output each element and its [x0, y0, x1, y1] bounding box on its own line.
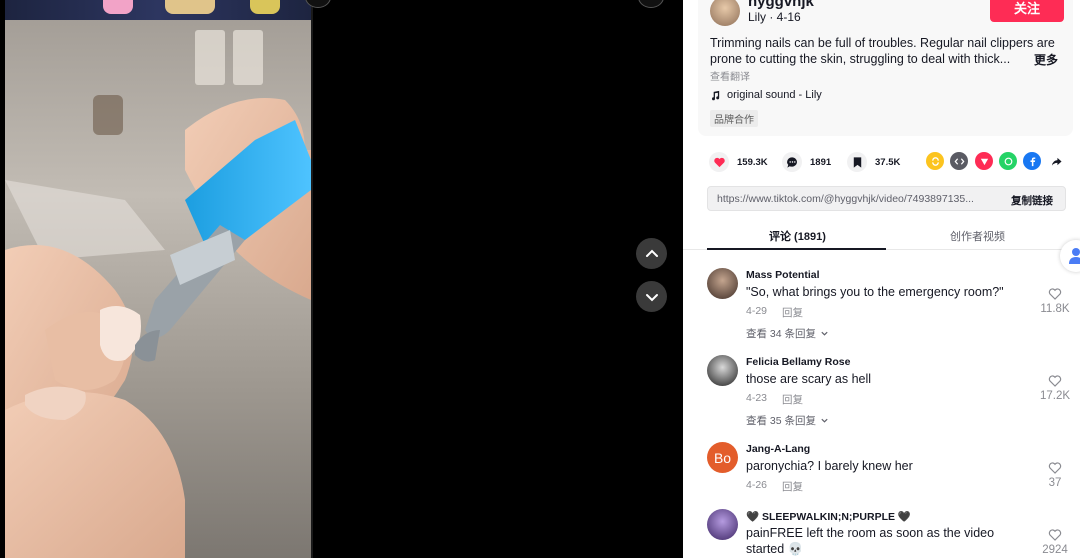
embed-code-icon[interactable]: [950, 152, 968, 170]
translate-link[interactable]: 查看翻译: [710, 68, 750, 83]
facebook-icon[interactable]: [1023, 152, 1041, 170]
sticker-icon: [250, 0, 280, 14]
reply-button[interactable]: 回复: [782, 392, 803, 407]
send-to-friends-icon[interactable]: [975, 152, 993, 170]
details-panel: hyggvhjk Lily · 4-16 关注 Trimming nails c…: [683, 0, 1080, 558]
comment-like-count: 37: [1048, 477, 1062, 489]
comment-like-count: 17.2K: [1039, 390, 1071, 402]
reply-button[interactable]: 回复: [782, 479, 803, 494]
sound-label: original sound - Lily: [727, 89, 822, 101]
comment-count: 1891: [810, 156, 832, 168]
video-description: Trimming nails can be full of troubles. …: [710, 35, 1058, 67]
description-line: Trimming nails can be full of troubles. …: [710, 36, 1055, 50]
repost-share-icon[interactable]: [926, 152, 944, 170]
comment-text: those are scary as hell: [746, 372, 872, 386]
comment-meta: 4-29 回复: [746, 305, 803, 320]
heart-outline-icon: [1048, 288, 1062, 300]
video-link-box: https://www.tiktok.com/@hyggvhjk/video/7…: [707, 186, 1066, 211]
comment-like-count: 2924: [1042, 544, 1068, 556]
reply-button[interactable]: 回复: [782, 305, 803, 320]
commenter-avatar[interactable]: [707, 509, 738, 540]
like-button[interactable]: 159.3K: [709, 148, 768, 176]
comment-like-count: 11.8K: [1040, 303, 1070, 315]
sticker-icon: [103, 0, 133, 14]
music-note-icon: [712, 90, 720, 100]
comment-date: 4-23: [746, 392, 768, 404]
view-replies-label: 查看 34 条回复: [746, 328, 817, 340]
copy-link-button[interactable]: 复制链接: [1011, 193, 1053, 208]
video-link-text[interactable]: https://www.tiktok.com/@hyggvhjk/video/7…: [717, 193, 997, 205]
comment-text: "So, what brings you to the emergency ro…: [746, 285, 1004, 299]
commenter-name[interactable]: Felicia Bellamy Rose: [746, 356, 850, 368]
heart-outline-icon: [1048, 529, 1062, 541]
next-video-button[interactable]: [636, 281, 667, 312]
author-avatar[interactable]: [710, 0, 740, 26]
save-button[interactable]: 37.5K: [847, 148, 900, 176]
divider: [311, 0, 313, 558]
share-arrow-icon[interactable]: [1047, 152, 1065, 170]
like-count: 159.3K: [737, 156, 768, 168]
video-frame-image: [5, 0, 311, 558]
comment-like-button[interactable]: 11.8K: [1038, 287, 1072, 315]
view-replies-label: 查看 35 条回复: [746, 415, 817, 427]
comment-like-button[interactable]: 2924: [1038, 528, 1072, 556]
heart-outline-icon: [1048, 462, 1062, 474]
bookmark-icon: [847, 152, 867, 172]
commenter-avatar[interactable]: [707, 268, 738, 299]
person-icon: [1069, 248, 1080, 264]
description-line: prone to cutting the skin, struggling to…: [710, 52, 1011, 66]
video-top-overlay: [5, 0, 311, 20]
tab-creator-videos[interactable]: 创作者视频: [950, 228, 1005, 244]
tabs-bar: 评论 (1891) 创作者视频: [683, 222, 1080, 250]
heart-outline-icon: [1048, 375, 1062, 387]
view-replies-button[interactable]: 查看 34 条回复: [746, 326, 829, 341]
video-info-card: hyggvhjk Lily · 4-16 关注 Trimming nails c…: [698, 0, 1073, 136]
comment-meta: 4-23 回复: [746, 392, 803, 407]
commenter-avatar[interactable]: Bo: [707, 442, 738, 473]
video-area: [0, 0, 683, 558]
comment-text: paronychia? I barely knew her: [746, 459, 913, 473]
video-player[interactable]: [5, 0, 311, 558]
comment-date: 4-29: [746, 305, 768, 317]
view-replies-button[interactable]: 查看 35 条回复: [746, 413, 829, 428]
author-username[interactable]: hyggvhjk: [748, 0, 814, 10]
commenter-avatar[interactable]: [707, 355, 738, 386]
overlay-button[interactable]: [638, 0, 664, 8]
commenter-name[interactable]: 🖤 SLEEPWALKIN;N;PURPLE 🖤: [746, 510, 911, 523]
author-subline: Lily · 4-16: [748, 10, 801, 24]
sound-link[interactable]: original sound - Lily: [710, 89, 822, 101]
comment-icon: [782, 152, 802, 172]
comment-meta: 4-26 回复: [746, 479, 803, 494]
chevron-down-icon: [821, 331, 828, 336]
commenter-name[interactable]: Mass Potential: [746, 269, 820, 281]
more-button[interactable]: 更多: [1034, 51, 1058, 68]
heart-icon: [709, 152, 729, 172]
stats-bar: 159.3K 1891 37.5K: [683, 148, 1080, 176]
comment-like-button[interactable]: 37: [1038, 461, 1072, 489]
comment-date: 4-26: [746, 479, 768, 491]
follow-button[interactable]: 关注: [990, 0, 1064, 22]
tab-comments[interactable]: 评论 (1891): [769, 228, 826, 244]
chevron-down-icon: [645, 293, 658, 301]
comment-text: painFREE left the room as soon as the vi…: [746, 526, 995, 556]
commenter-name[interactable]: Jang-A-Lang: [746, 443, 810, 455]
whatsapp-icon[interactable]: [999, 152, 1017, 170]
previous-video-button[interactable]: [636, 238, 667, 269]
comment-button[interactable]: 1891: [782, 148, 831, 176]
chevron-down-icon: [821, 418, 828, 423]
brand-tag: 品牌合作: [710, 110, 758, 127]
active-tab-indicator: [707, 248, 886, 250]
comment-like-button[interactable]: 17.2K: [1038, 374, 1072, 402]
chevron-up-icon: [645, 249, 658, 257]
sticker-icon: [165, 0, 215, 14]
save-count: 37.5K: [875, 156, 901, 168]
